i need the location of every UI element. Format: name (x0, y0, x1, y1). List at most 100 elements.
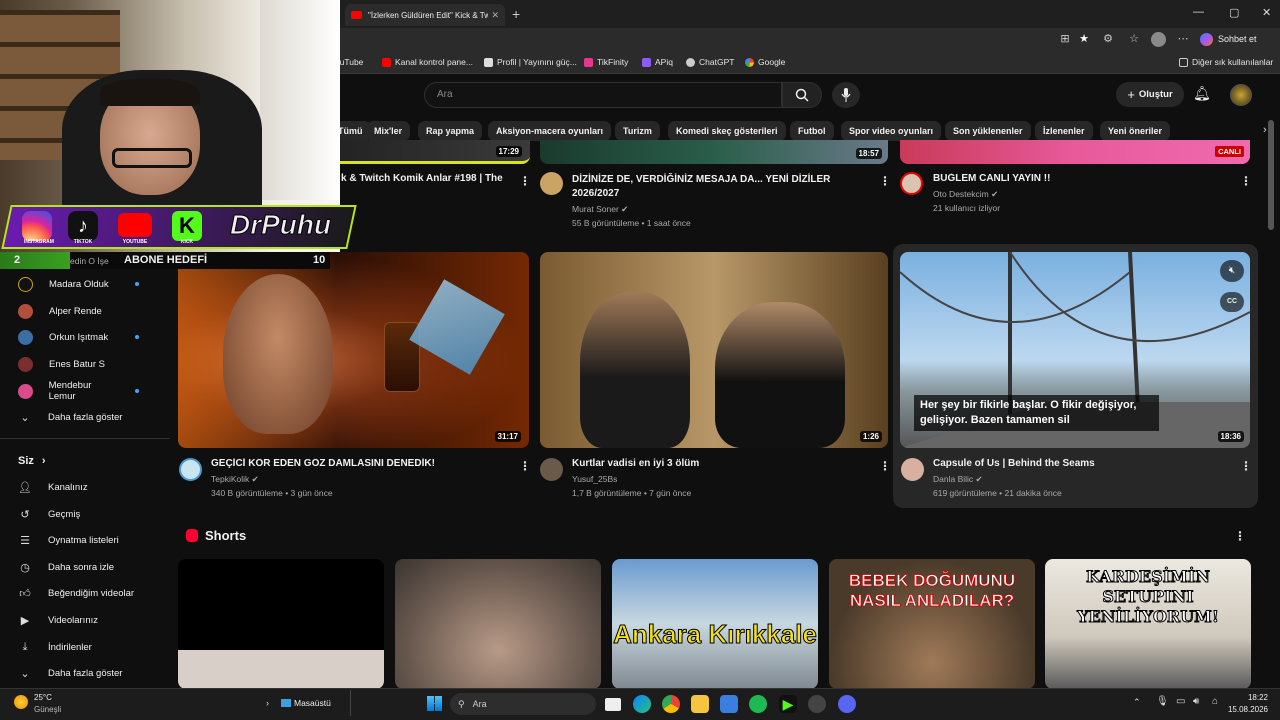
edge-icon[interactable] (633, 695, 651, 713)
more-actions-icon[interactable]: ⋮ (519, 459, 531, 473)
chip-tourism[interactable]: Turizm (615, 121, 660, 141)
bookmark-kanal[interactable]: Kanal kontrol pane... (382, 57, 473, 67)
spotify-icon[interactable] (749, 695, 767, 713)
more-actions-icon[interactable]: ⋮ (519, 174, 531, 188)
clock-time[interactable]: 18:22 (1228, 693, 1268, 702)
video-thumbnail[interactable]: 31:17 (178, 252, 529, 448)
chip-recent[interactable]: Son yüklenenler (945, 121, 1031, 141)
store-icon[interactable] (720, 695, 738, 713)
chips-next-icon[interactable]: › (1263, 124, 1267, 136)
channel-avatar[interactable] (901, 458, 924, 481)
video-thumbnail[interactable]: 18:57 (540, 140, 888, 164)
sidebar-show-more[interactable]: ⌄ Daha fazla göster (18, 404, 163, 430)
sidebar-sub-madara[interactable]: Madara Olduk (18, 271, 163, 297)
search-input[interactable]: Ara (424, 82, 782, 108)
chip-new[interactable]: Yeni öneriler (1100, 121, 1171, 141)
media-player-icon[interactable]: ▶ (779, 695, 797, 713)
chip-mixes[interactable]: Mix'ler (366, 121, 411, 141)
close-window-icon[interactable]: ✕ (1262, 6, 1271, 19)
bookmark-chatgpt[interactable]: ChatGPT (686, 57, 734, 67)
channel-avatar[interactable] (179, 458, 202, 481)
favorites-icon[interactable]: ☆ (1127, 32, 1141, 46)
sidebar-you-header[interactable]: Siz › (18, 448, 163, 474)
short-thumbnail[interactable] (178, 559, 384, 689)
channel-avatar[interactable] (540, 458, 563, 481)
sidebar-history[interactable]: ↺ Geçmiş (18, 501, 163, 527)
chip-watched[interactable]: İzlenenler (1035, 121, 1093, 141)
more-actions-icon[interactable]: ⋮ (1240, 459, 1252, 473)
microphone-tray-icon[interactable]: 🎙︎ (1156, 696, 1169, 707)
browser-tab[interactable]: "İzlerken Güldüren Edit" Kick & Tw ✕ (345, 4, 505, 26)
sidebar-show-more-2[interactable]: ⌄ Daha fazla göster (18, 660, 163, 686)
short-thumbnail[interactable]: BEBEK DOĞUMUNU NASIL ANLADILAR? (829, 559, 1035, 689)
video-title[interactable]: BUĞLEM CANLI YAYIN !! (933, 173, 1223, 184)
account-avatar[interactable] (1230, 84, 1252, 106)
bookmark-google[interactable]: Google (745, 57, 785, 67)
chip-action-adventure[interactable]: Aksiyon-macera oyunları (488, 121, 612, 141)
short-thumbnail[interactable]: Ankara Kırıkkale (612, 559, 818, 689)
copilot-button[interactable]: Sohbet et (1200, 30, 1257, 48)
sidebar-watch-later[interactable]: ◷ Daha sonra izle (18, 554, 163, 580)
voice-search-button[interactable] (832, 82, 860, 108)
video-thumbnail[interactable]: CANLI (900, 140, 1250, 164)
sidebar-sub-alper[interactable]: Alper Rende (18, 298, 163, 324)
video-thumbnail[interactable]: 17:29 (330, 140, 530, 164)
display-tray-icon[interactable]: ▭ (1176, 696, 1185, 707)
bookmark-tikfinity[interactable]: TikFinity (584, 57, 628, 67)
sidebar-liked[interactable]: 👍︎ Beğendiğim videolar (18, 580, 163, 606)
more-actions-icon[interactable]: ⋮ (879, 174, 891, 188)
chevron-right-icon[interactable]: › (266, 698, 269, 708)
more-actions-icon[interactable]: ⋮ (879, 459, 891, 473)
minimize-icon[interactable]: — (1193, 6, 1204, 18)
taskbar-search[interactable]: ⚲ Ara (450, 693, 596, 715)
profile-avatar[interactable] (1151, 32, 1166, 47)
more-actions-icon[interactable]: ⋮ (1234, 529, 1246, 543)
video-title[interactable]: k & Twitch Komik Anlar #198 | The (341, 173, 506, 184)
bookmark-profil[interactable]: Profil | Yayınını güç... (484, 57, 577, 67)
more-actions-icon[interactable]: ⋮ (1240, 174, 1252, 188)
new-tab-icon[interactable]: + (512, 6, 520, 22)
video-title[interactable]: GEÇİCİ KÖR EDEN GÖZ DAMLASINI DENEDİK! (211, 458, 511, 469)
sidebar-sub-orkun[interactable]: Orkun Işıtmak (18, 324, 163, 350)
video-preview[interactable]: Her şey bir fikirle başlar. O fikir deği… (900, 252, 1250, 448)
channel-name[interactable]: Murat Soner ✔ (572, 204, 628, 215)
channel-name[interactable]: Yusuf_25Bs (572, 474, 617, 484)
favorite-star-icon[interactable]: ★ (1077, 32, 1091, 46)
video-title[interactable]: Capsule of Us | Behind the Seams (933, 458, 1223, 469)
chip-football[interactable]: Futbol (790, 121, 834, 141)
channel-name[interactable]: Oto Destekcim ✔ (933, 189, 998, 200)
network-icon[interactable]: ⌂ (1212, 696, 1218, 707)
sidebar-your-videos[interactable]: ▶ Videolarınız (18, 607, 163, 633)
chip-rap[interactable]: Rap yapma (418, 121, 483, 141)
mute-icon[interactable]: 🔇︎ (1220, 260, 1244, 282)
captions-icon[interactable]: CC (1220, 292, 1244, 312)
other-bookmarks[interactable]: Diğer sık kullanılanlar (1179, 57, 1273, 67)
close-tab-icon[interactable]: ✕ (491, 10, 499, 21)
sidebar-your-channel[interactable]: 👤︎ Kanalınız (18, 474, 163, 500)
task-view-icon[interactable] (605, 698, 621, 711)
channel-avatar[interactable] (540, 172, 563, 195)
channel-name[interactable]: TepkiKolik ✔ (211, 474, 259, 485)
discord-icon[interactable] (838, 695, 856, 713)
weather-temp[interactable]: 25°C (34, 693, 52, 702)
desktop-label[interactable]: Masaüstü (294, 698, 331, 708)
more-menu-icon[interactable]: ⋯ (1176, 32, 1190, 46)
chrome-icon[interactable] (662, 695, 680, 713)
split-screen-icon[interactable]: ⊞ (1058, 32, 1072, 46)
file-explorer-icon[interactable] (691, 695, 709, 713)
chip-comedy[interactable]: Komedi skeç gösterileri (668, 121, 786, 141)
search-button[interactable] (782, 82, 822, 108)
maximize-icon[interactable]: ▢ (1229, 6, 1239, 19)
extensions-icon[interactable]: ⚙ (1101, 32, 1115, 46)
video-title[interactable]: DİZİNİZE DE, VERDİĞİNİZ MESAJA DA... YEN… (572, 173, 862, 201)
page-scrollbar[interactable] (1268, 120, 1274, 230)
video-title[interactable]: Kurtlar vadisi en iyi 3 ölüm (572, 458, 862, 469)
notifications-bell-icon[interactable]: 🔔︎ (1193, 85, 1211, 102)
chip-sports-games[interactable]: Spor video oyunları (841, 121, 942, 141)
sidebar-sub-enes[interactable]: Enes Batur S (18, 351, 163, 377)
short-thumbnail[interactable]: KARDEŞİMİN SETUPINI YENİLİYORUM! (1045, 559, 1251, 689)
short-thumbnail[interactable] (395, 559, 601, 689)
sidebar-playlists[interactable]: ☰ Oynatma listeleri (18, 527, 163, 553)
channel-name[interactable]: Danla Bilic ✔ (933, 474, 983, 485)
sidebar-downloads[interactable]: ⤓ İndirilenler (18, 634, 163, 660)
